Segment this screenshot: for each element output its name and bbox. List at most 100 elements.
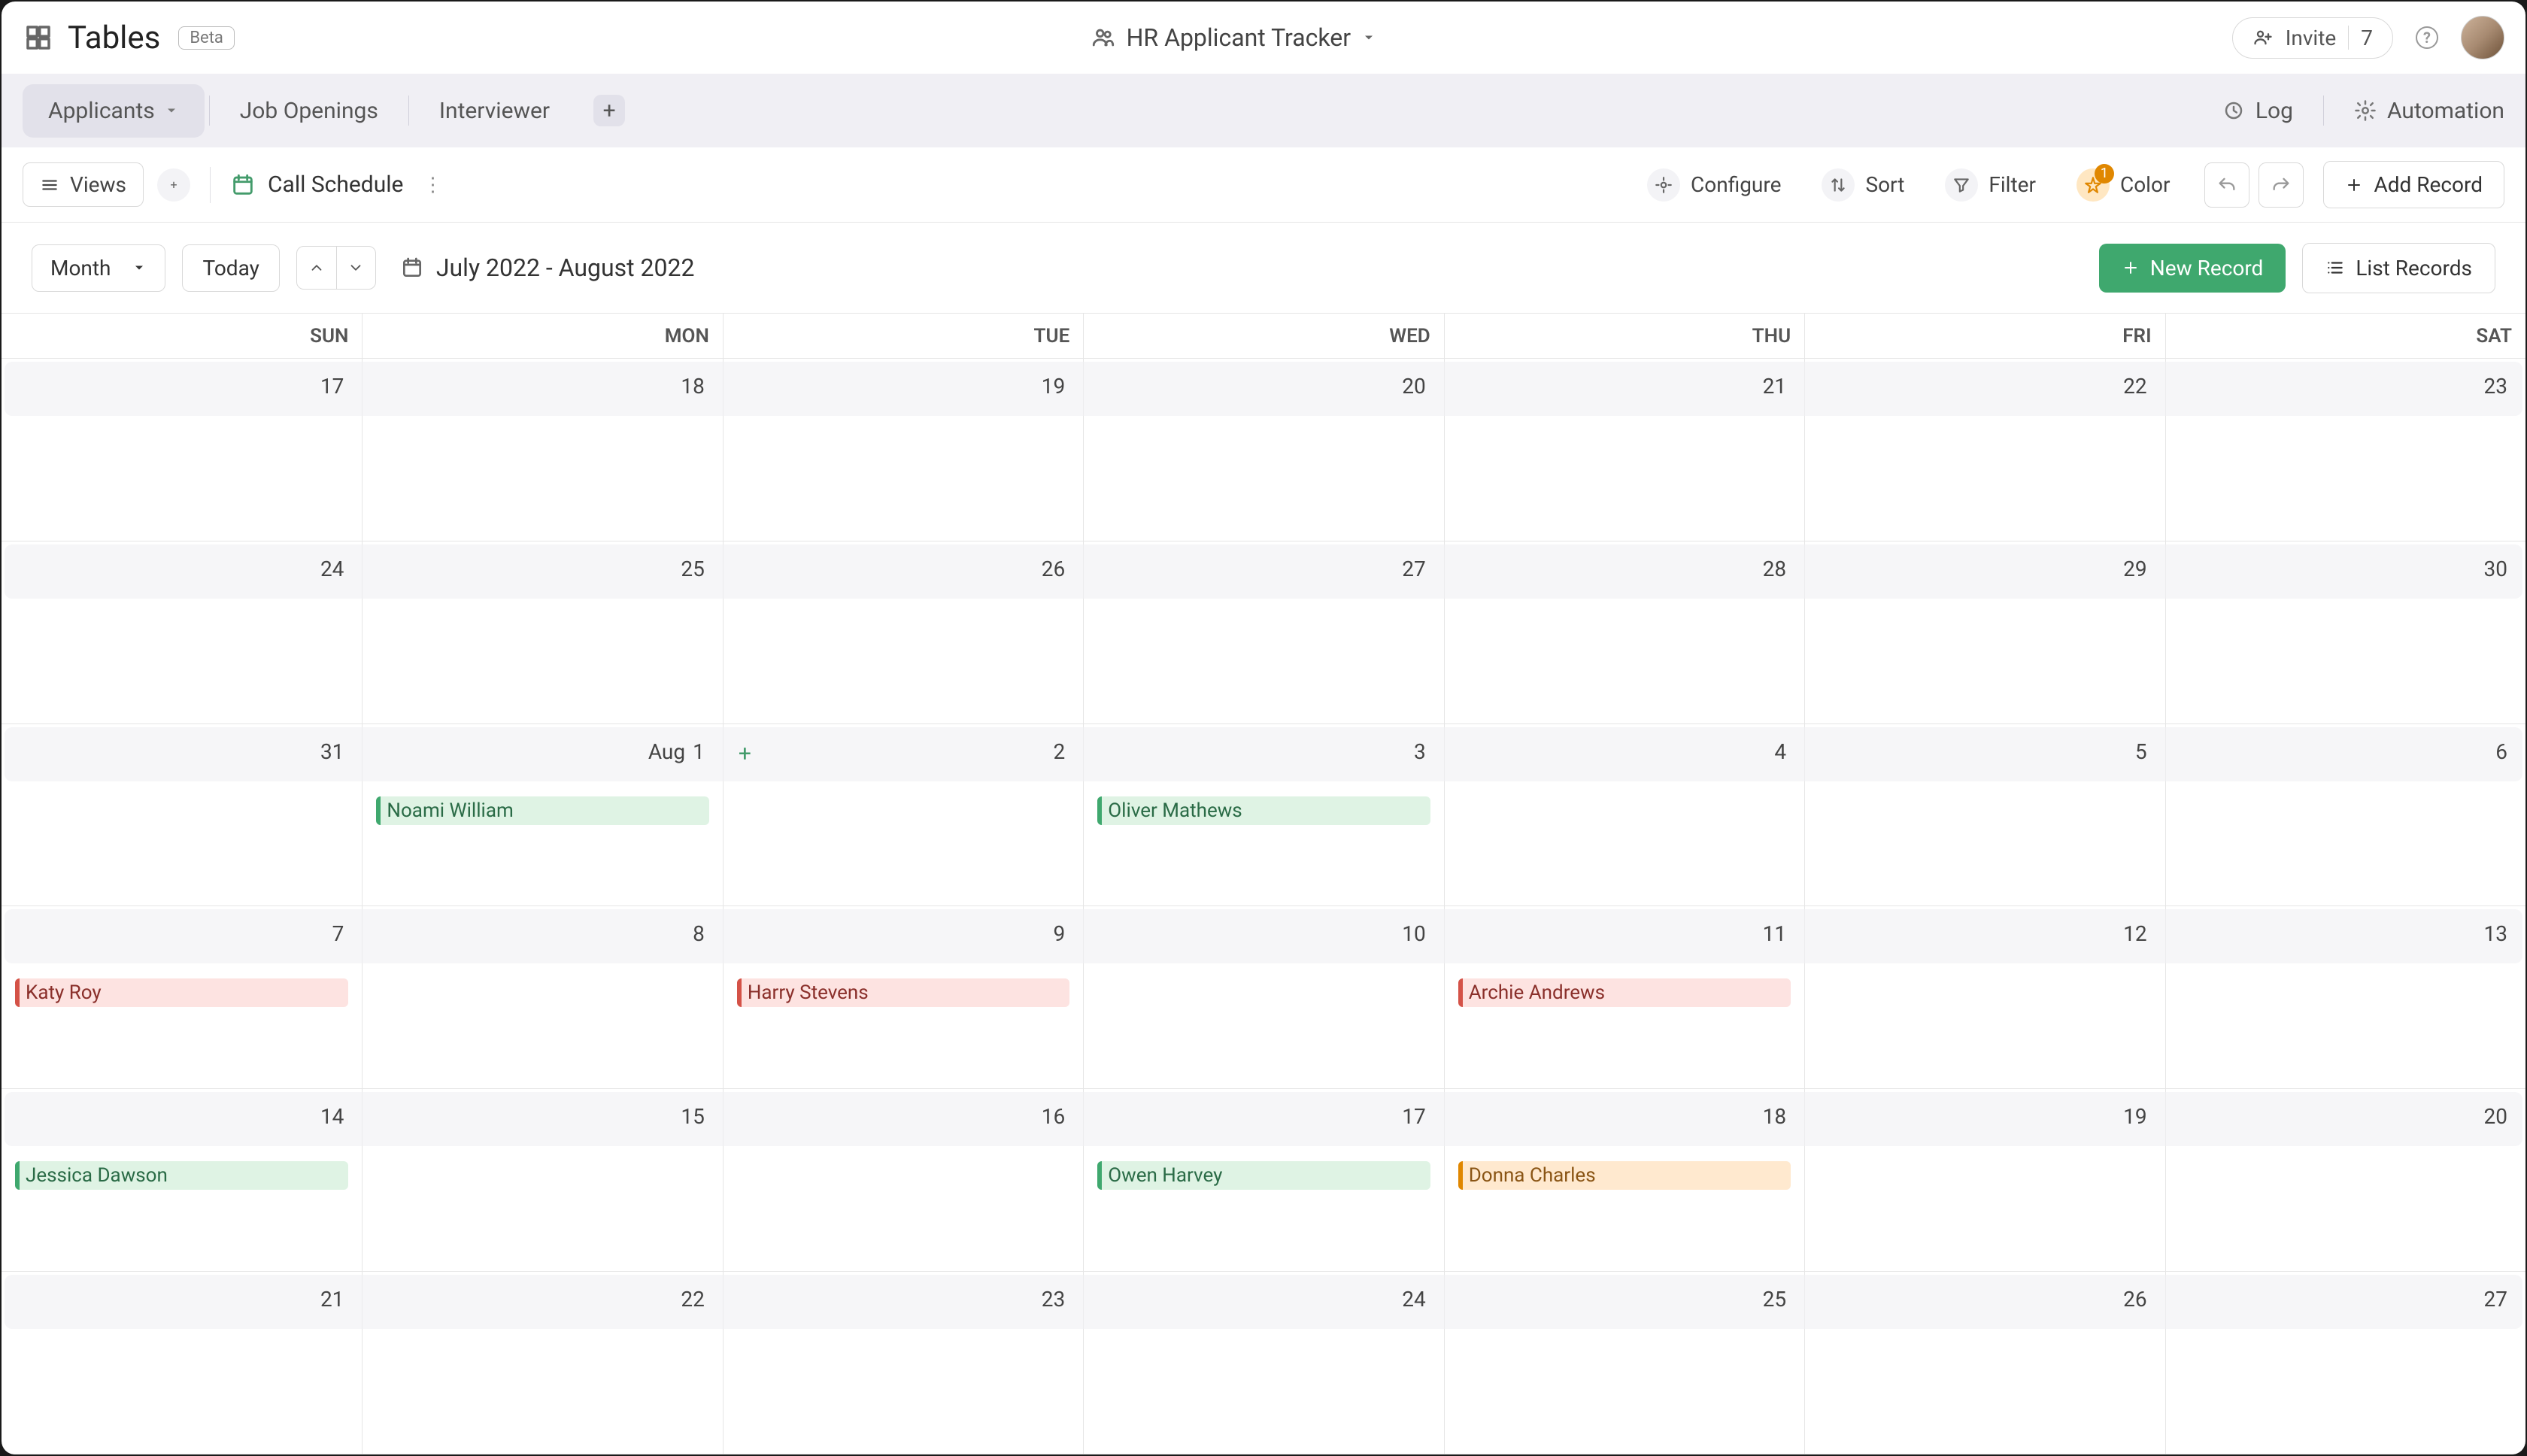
calendar-event[interactable]: Oliver Mathews <box>1097 796 1430 825</box>
page-title: HR Applicant Tracker <box>1127 23 1351 52</box>
day-cell[interactable]: 26 <box>1804 1272 2164 1454</box>
add-event-hint[interactable]: + <box>739 741 751 767</box>
period-select[interactable]: Month <box>32 244 165 292</box>
add-tab-button[interactable]: + <box>593 95 625 126</box>
day-number: 7 <box>332 921 344 946</box>
views-button[interactable]: Views <box>23 162 144 207</box>
separator <box>210 167 211 203</box>
automation-button[interactable]: Automation <box>2354 98 2504 124</box>
day-number: 22 <box>2123 374 2146 399</box>
day-number: 30 <box>2484 557 2507 581</box>
tab-interviewer[interactable]: Interviewer <box>414 84 575 138</box>
calendar-event[interactable]: Katy Roy <box>15 978 348 1007</box>
day-cell[interactable]: 13 <box>2165 906 2525 1088</box>
redo-button[interactable] <box>2259 162 2304 208</box>
day-number: 23 <box>1042 1287 1065 1312</box>
calendar-event[interactable]: Donna Charles <box>1458 1161 1791 1190</box>
list-records-button[interactable]: List Records <box>2302 243 2495 293</box>
invite-button[interactable]: Invite 7 <box>2232 17 2393 59</box>
day-cell[interactable]: 20 <box>1083 359 1443 541</box>
day-number: 18 <box>1763 1104 1786 1129</box>
day-cell[interactable]: 17 Owen Harvey <box>1083 1089 1443 1271</box>
calendar-icon <box>230 172 256 198</box>
day-cell[interactable]: 19 <box>1804 1089 2164 1271</box>
day-cell[interactable]: 15 <box>362 1089 722 1271</box>
day-cell[interactable]: 18 <box>362 359 722 541</box>
add-view-button[interactable]: + <box>157 168 190 202</box>
avatar[interactable] <box>2461 16 2504 59</box>
day-number: 2 <box>1054 739 1066 764</box>
day-cell[interactable]: 24 <box>1083 1272 1443 1454</box>
day-cell[interactable]: 16 <box>723 1089 1083 1271</box>
separator <box>2323 96 2324 126</box>
day-cell[interactable]: 14Jessica Dawson <box>2 1089 362 1271</box>
day-number: 16 <box>1042 1104 1065 1129</box>
calendar-event[interactable]: Owen Harvey <box>1097 1161 1430 1190</box>
calendar-event[interactable]: Harry Stevens <box>737 978 1069 1007</box>
day-cell[interactable]: 28 <box>1444 541 1804 723</box>
sort-button[interactable]: Sort <box>1807 161 1919 209</box>
view-toolbar: Views + Call Schedule ⋮ Configure Sort <box>2 147 2525 223</box>
week-row: 7 Katy Roy 89Harry Stevens1011Archie Andre… <box>2 906 2525 1089</box>
day-cell[interactable]: 23 <box>723 1272 1083 1454</box>
day-cell[interactable]: 25 <box>362 541 722 723</box>
today-button[interactable]: Today <box>182 244 279 292</box>
day-number-value: 4 <box>1774 739 1786 764</box>
day-cell[interactable]: 4 <box>1444 724 1804 906</box>
filter-button[interactable]: Filter <box>1930 161 2051 209</box>
tab-job-openings[interactable]: Job Openings <box>214 84 404 138</box>
undo-button[interactable] <box>2204 162 2249 208</box>
day-number-value: 18 <box>1763 1104 1786 1129</box>
day-cell[interactable]: 10 <box>1083 906 1443 1088</box>
day-cell[interactable]: 21 <box>2 1272 362 1454</box>
day-cell[interactable]: 24 <box>2 541 362 723</box>
color-button[interactable]: 1 Color <box>2061 161 2185 209</box>
calendar-event[interactable]: Noami William <box>376 796 708 825</box>
day-cell[interactable]: 17 <box>2 359 362 541</box>
day-cell[interactable]: 20 <box>2165 1089 2525 1271</box>
day-cell[interactable]: 5 <box>1804 724 2164 906</box>
calendar-event[interactable]: Jessica Dawson <box>15 1161 348 1190</box>
calendar-event[interactable]: Archie Andrews <box>1458 978 1791 1007</box>
day-number: 19 <box>1042 374 1065 399</box>
help-icon[interactable]: ? <box>2416 26 2438 49</box>
day-number: 17 <box>1402 1104 1425 1129</box>
configure-button[interactable]: Configure <box>1632 161 1796 209</box>
log-button[interactable]: Log <box>2222 98 2293 124</box>
people-icon <box>1091 25 1116 50</box>
day-cell[interactable]: 26 <box>723 541 1083 723</box>
day-number-value: 29 <box>2123 557 2146 581</box>
day-cell[interactable]: 3Oliver Mathews <box>1083 724 1443 906</box>
day-cell[interactable]: 19 <box>723 359 1083 541</box>
day-cell[interactable]: 8 <box>362 906 722 1088</box>
day-cell[interactable]: 12 <box>1804 906 2164 1088</box>
add-record-button[interactable]: Add Record <box>2323 161 2504 208</box>
day-cell[interactable]: 6 <box>2165 724 2525 906</box>
day-cell[interactable]: 21 <box>1444 359 1804 541</box>
header-center[interactable]: HR Applicant Tracker <box>256 23 2211 52</box>
day-cell[interactable]: 31 <box>2 724 362 906</box>
day-cell[interactable]: 22 <box>1804 359 2164 541</box>
day-cell[interactable]: 11Archie Andrews <box>1444 906 1804 1088</box>
day-cell[interactable]: 2+ <box>723 724 1083 906</box>
day-cell[interactable]: 25 <box>1444 1272 1804 1454</box>
day-cell[interactable]: 18 Donna Charles <box>1444 1089 1804 1271</box>
dow-mon: MON <box>362 314 722 359</box>
view-more-button[interactable]: ⋮ <box>417 169 448 201</box>
day-cell[interactable]: 22 <box>362 1272 722 1454</box>
day-cell[interactable]: Aug1Noami William <box>362 724 722 906</box>
log-label: Log <box>2255 98 2293 124</box>
new-record-button[interactable]: New Record <box>2099 244 2286 293</box>
day-cell[interactable]: 30 <box>2165 541 2525 723</box>
day-cell[interactable]: 27 <box>2165 1272 2525 1454</box>
day-number-value: 26 <box>2123 1287 2146 1312</box>
day-cell[interactable]: 9Harry Stevens <box>723 906 1083 1088</box>
day-cell[interactable]: 7 Katy Roy <box>2 906 362 1088</box>
tab-applicants[interactable]: Applicants <box>23 84 205 138</box>
prev-button[interactable] <box>297 247 336 289</box>
day-cell[interactable]: 23 <box>2165 359 2525 541</box>
day-number-value: 27 <box>2484 1287 2507 1312</box>
next-button[interactable] <box>336 247 375 289</box>
day-cell[interactable]: 29 <box>1804 541 2164 723</box>
day-cell[interactable]: 27 <box>1083 541 1443 723</box>
